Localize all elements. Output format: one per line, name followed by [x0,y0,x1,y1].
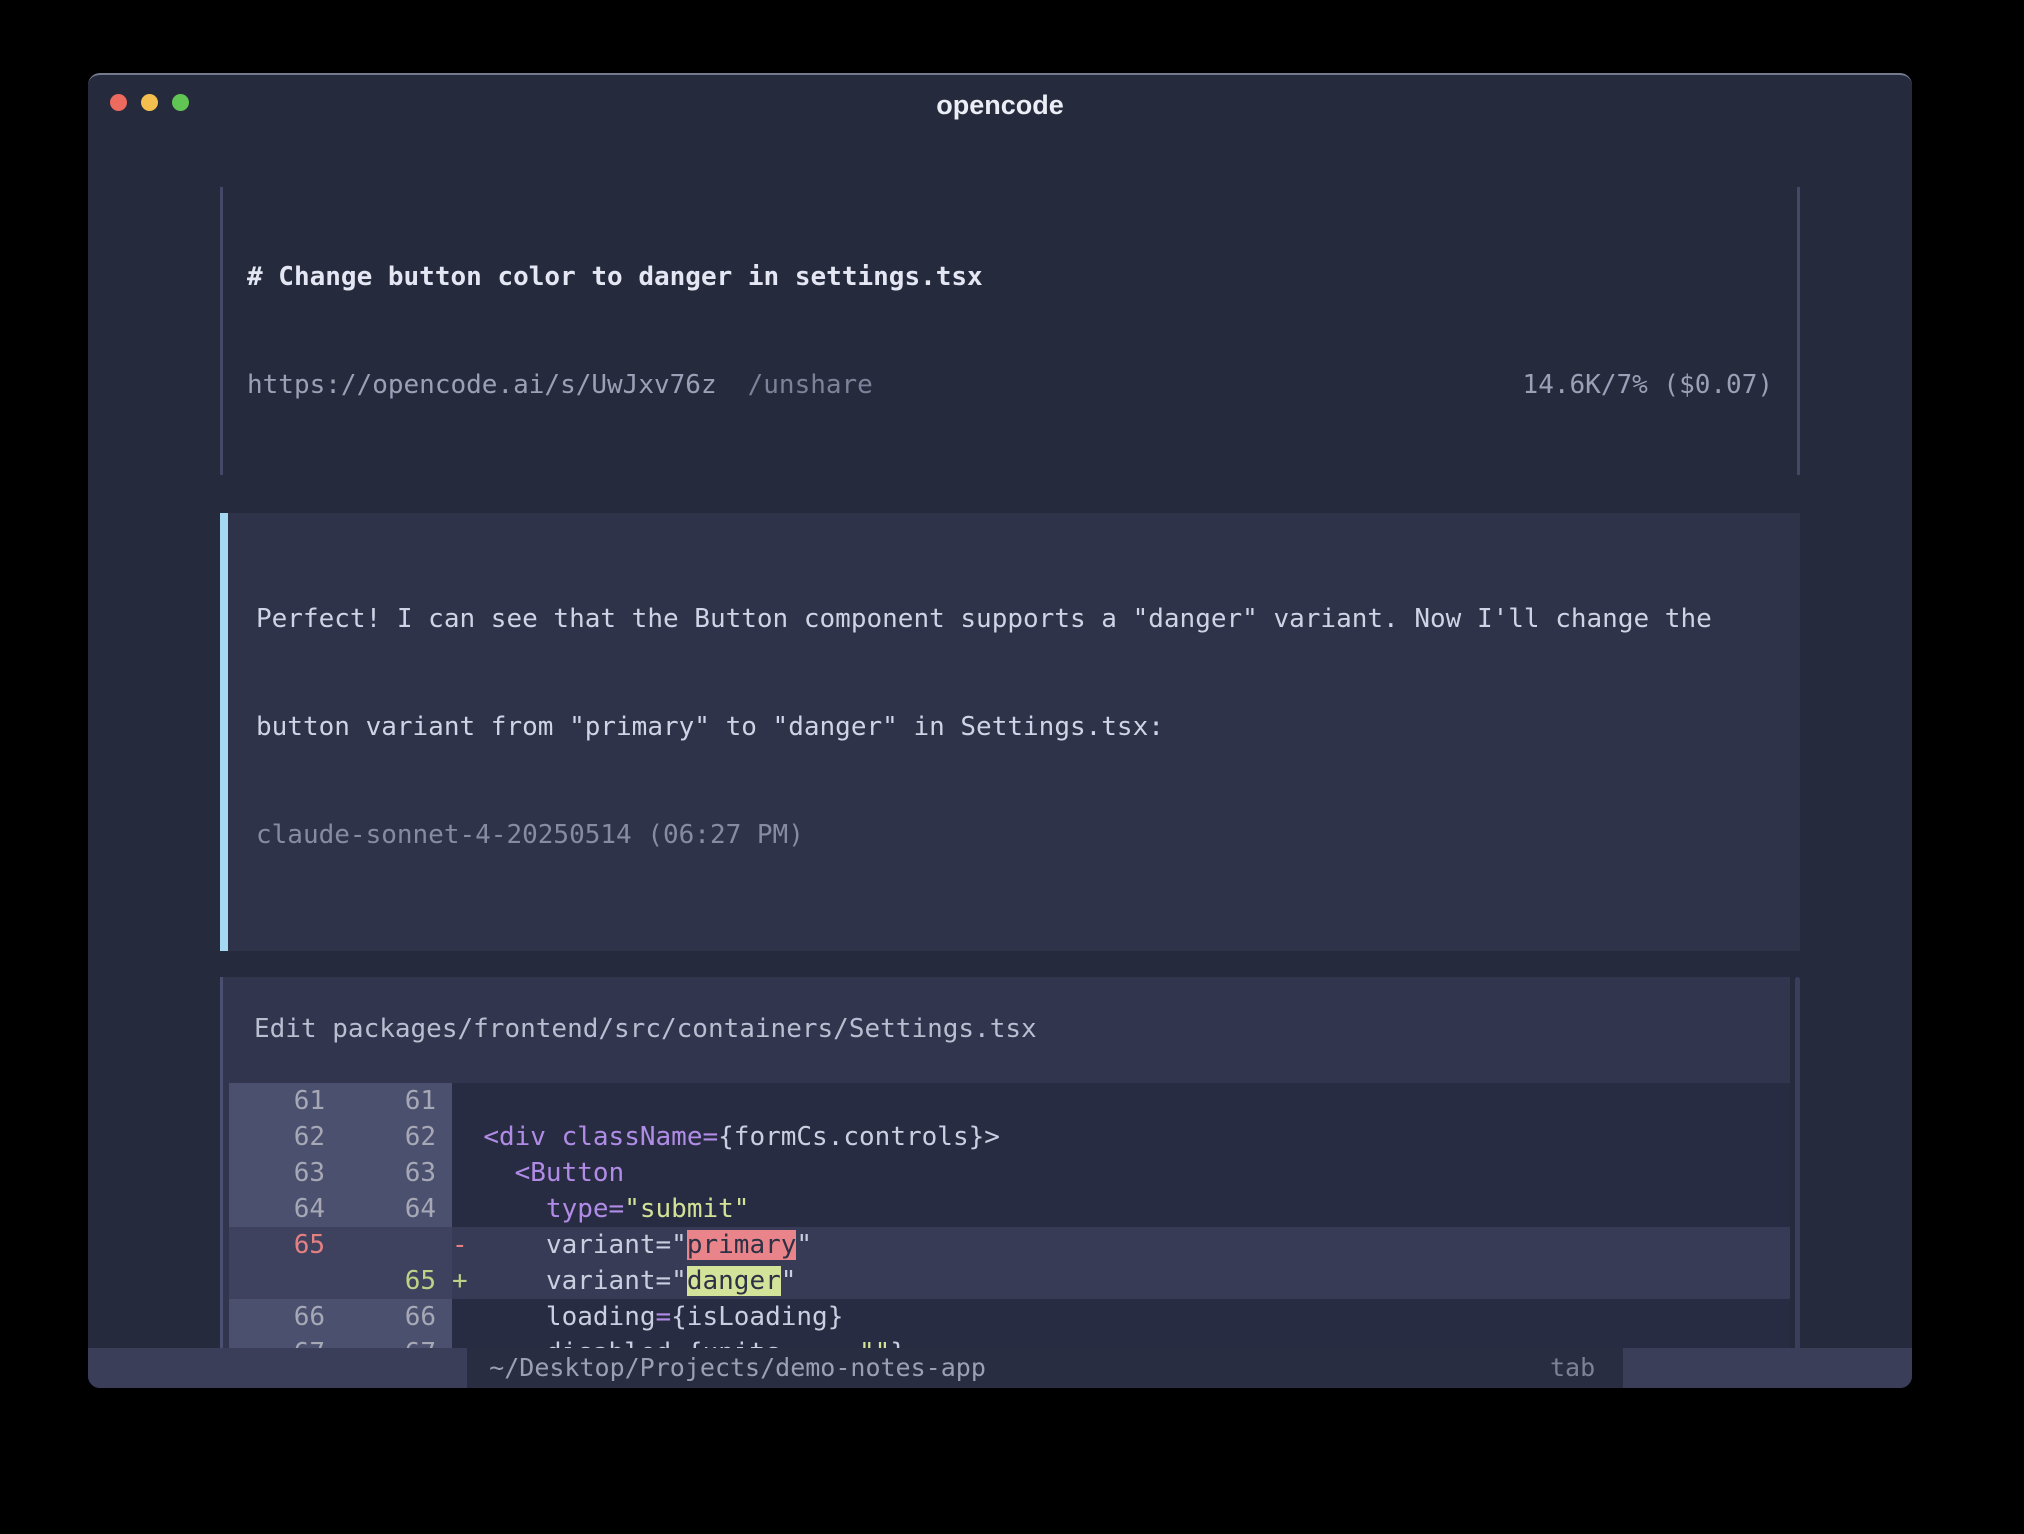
unshare-command: /unshare [748,367,873,403]
diff-row: 6262 <div className={formCs.controls}> [229,1119,1790,1155]
diff-row: 6161 [229,1083,1790,1119]
session-title: # Change button color to danger in setti… [247,259,1773,295]
edit-diff-panel: Edit packages/frontend/src/containers/Se… [220,977,1790,1388]
edit-file-title: Edit packages/frontend/src/containers/Se… [229,977,1790,1083]
diff-row: 65+ variant="danger" [229,1263,1790,1299]
diff-row: 6666 loading={isLoading} [229,1299,1790,1335]
token-cost-stats: 14.6K/7% ($0.07) [1523,367,1773,403]
status-bar: opencode v0.3.11 ~/Desktop/Projects/demo… [88,1348,1912,1388]
session-header: # Change button color to danger in setti… [220,187,1800,475]
app-window: opencode # Change button color to danger… [88,73,1912,1388]
assistant-message: Perfect! I can see that the Button compo… [220,513,1800,951]
message-text: button variant from "primary" to "danger… [256,709,1776,745]
message-text: Perfect! I can see that the Button compo… [256,601,1776,637]
share-url[interactable]: https://opencode.ai/s/UwJxv76z [247,367,717,403]
edit-tool-block: Edit packages/frontend/src/containers/Se… [220,977,1800,1388]
message-model-timestamp: claude-sonnet-4-20250514 (06:27 PM) [256,817,1776,853]
titlebar: opencode [88,75,1912,131]
tab-keyhint: tab [1550,1348,1595,1388]
working-directory: ~/Desktop/Projects/demo-notes-app [489,1348,986,1388]
window-title: opencode [88,75,1912,131]
diff-rows: 61616262 <div className={formCs.controls… [229,1083,1790,1388]
mode-indicator: BUILD MODE [1623,1348,1912,1388]
diff-row: 6464 type="submit" [229,1191,1790,1227]
diff-row: 65- variant="primary" [229,1227,1790,1263]
app-version-segment: opencode v0.3.11 [88,1348,467,1388]
session-subheader: https://opencode.ai/s/UwJxv76z /unshare … [247,367,1773,403]
diff-row: 6363 <Button [229,1155,1790,1191]
scrollbar-rail[interactable] [1795,977,1800,1388]
